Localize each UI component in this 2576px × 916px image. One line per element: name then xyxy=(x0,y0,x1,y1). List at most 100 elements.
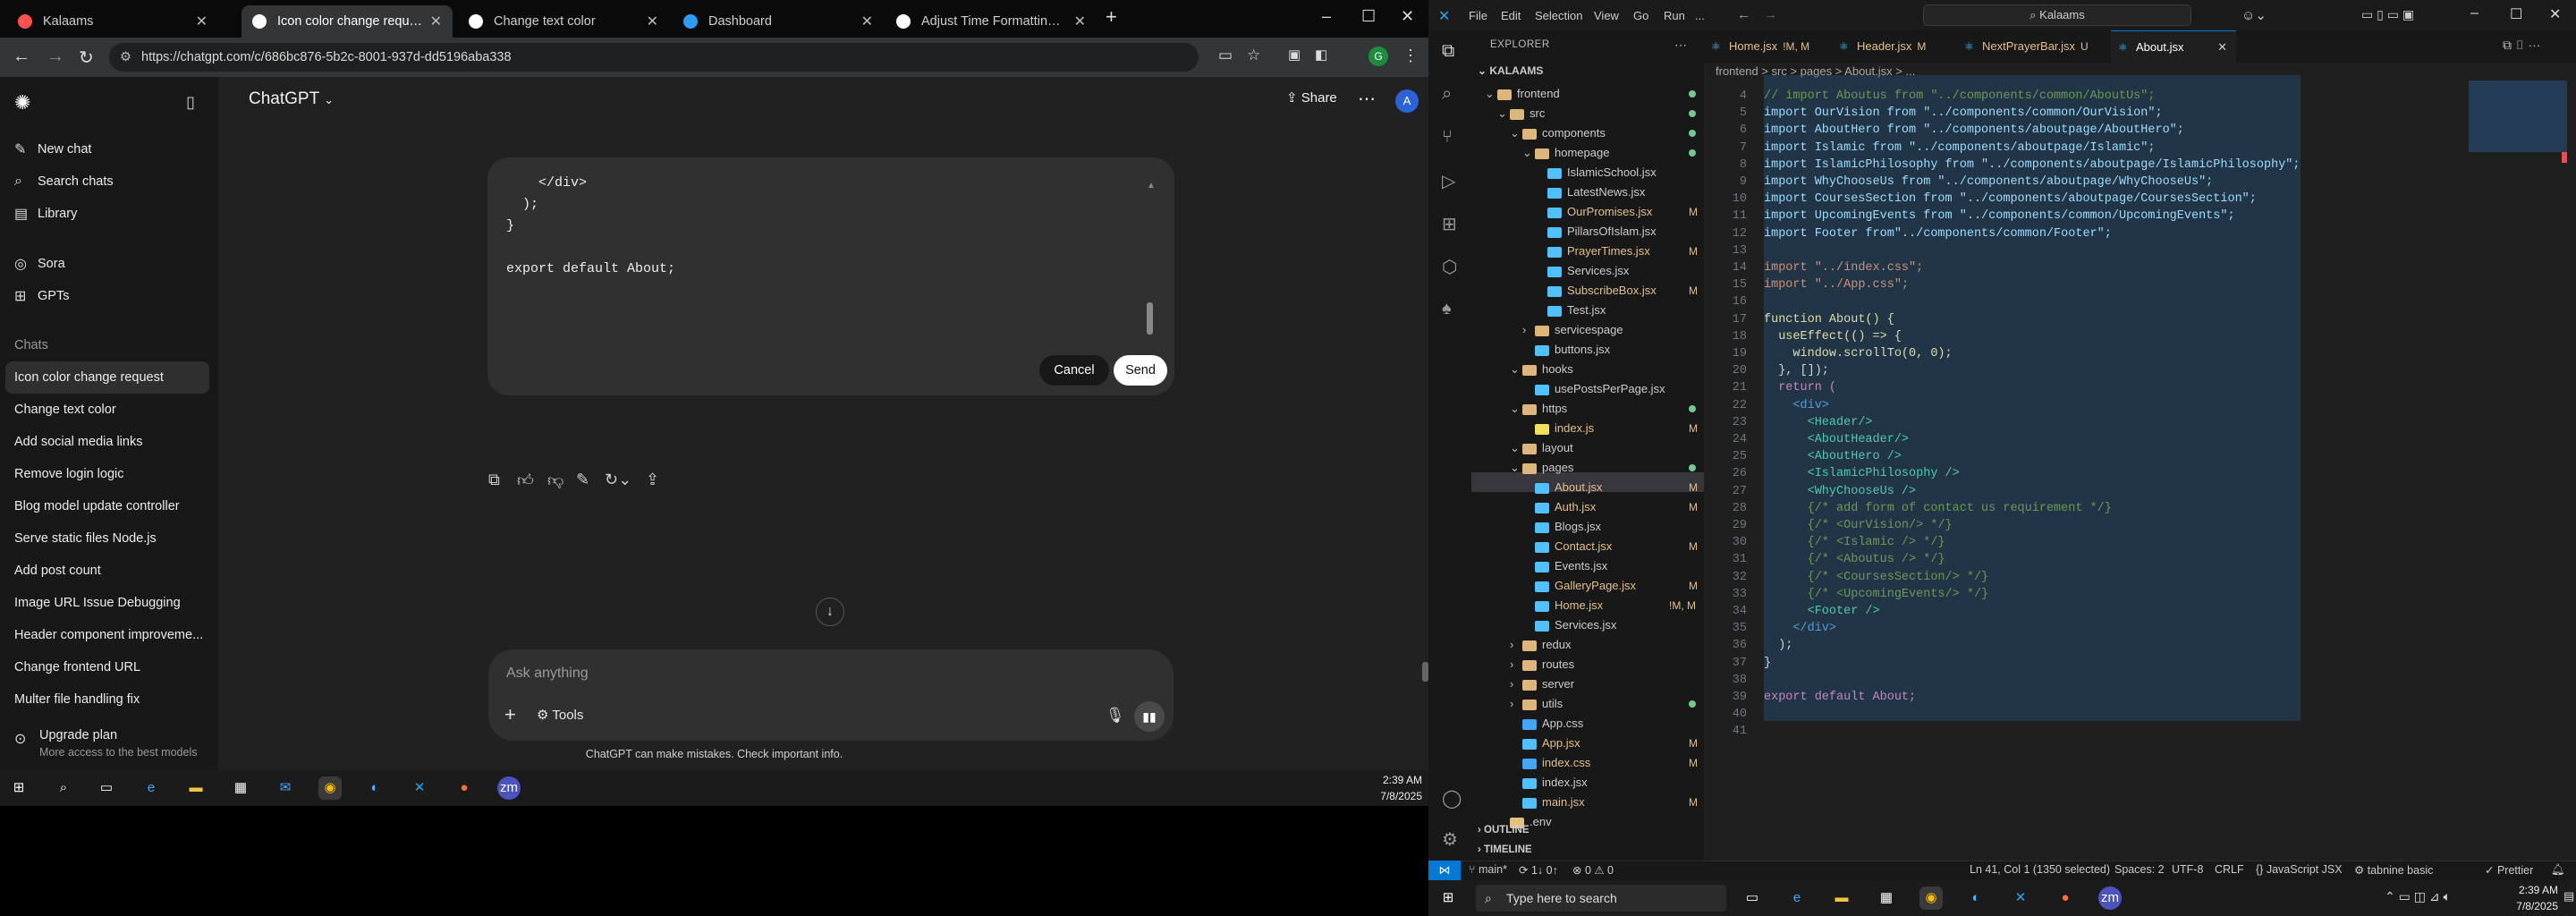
store-icon[interactable]: ▦ xyxy=(1875,886,1898,910)
account-icon[interactable]: ◯ xyxy=(1442,787,1462,810)
chat-history-item[interactable]: Serve static files Node.js xyxy=(0,522,211,555)
chat-history-item[interactable]: Change text color xyxy=(0,394,211,426)
browser-tab[interactable]: Dashboard ✕ xyxy=(673,5,884,38)
scroll-to-bottom-button[interactable]: ↓ xyxy=(816,598,844,626)
tree-folder[interactable]: › routes xyxy=(1510,655,1574,674)
menu-item-view[interactable]: View xyxy=(1594,9,1619,22)
windows-start-icon[interactable]: ⊞ xyxy=(1436,886,1460,910)
close-tab-icon[interactable]: ✕ xyxy=(861,13,873,30)
file-explorer-icon[interactable]: ▬ xyxy=(1830,886,1853,910)
sync-status[interactable]: ⟳ 1↓ 0↑ xyxy=(1519,863,1558,877)
tree-folder[interactable]: ⌄ hooks xyxy=(1510,360,1573,379)
notifications-bell-icon[interactable]: 🔔︎ xyxy=(2551,863,2565,877)
tree-file[interactable]: main.jsx xyxy=(1510,793,1585,812)
browser-tab[interactable]: Change text color ✕ xyxy=(458,5,669,38)
command-center-search[interactable]: ⌕ Kalaams xyxy=(1923,4,2191,26)
url-bar[interactable]: ⚙ https://chatgpt.com/c/686bc876-5b2c-80… xyxy=(109,43,1199,72)
file-explorer-icon[interactable]: ▬ xyxy=(184,776,208,800)
send-button[interactable]: Send xyxy=(1114,355,1167,386)
explorer-files-icon[interactable]: ⧉ xyxy=(1442,41,1454,62)
minimap[interactable] xyxy=(2469,81,2567,152)
sidebar-item-gpts[interactable]: ⊞ GPTs xyxy=(0,281,218,311)
minimize-button[interactable]: – xyxy=(1322,7,1331,26)
layout-icons[interactable]: ▭ ▯ ▭ ▣ xyxy=(2361,7,2414,22)
close-tab-icon[interactable]: ✕ xyxy=(430,13,442,30)
close-tab-icon[interactable]: ✕ xyxy=(647,13,658,30)
chat-history-item[interactable]: Icon color change request xyxy=(5,361,209,394)
scroll-up-icon[interactable]: ▲ xyxy=(1147,181,1156,191)
tree-file[interactable]: Services.jsx xyxy=(1535,261,1629,281)
profile-avatar-icon[interactable]: G xyxy=(1368,47,1388,66)
indentation-status[interactable]: Spaces: 2 xyxy=(2114,863,2165,876)
extension-icon-2[interactable]: ◧ xyxy=(1315,47,1327,63)
tabnine-status[interactable]: ⚙ tabnine basic xyxy=(2354,863,2433,877)
task-view-icon[interactable]: ▭ xyxy=(95,776,118,800)
thumbs-down-icon[interactable]: 👎︎ xyxy=(547,471,564,490)
chat-history-item[interactable]: Remove login logic xyxy=(0,458,211,490)
maximize-button[interactable]: ☐ xyxy=(1361,7,1376,26)
forward-icon[interactable]: → xyxy=(47,47,64,67)
chat-history-item[interactable]: Image URL Issue Debugging xyxy=(0,587,211,619)
tree-file[interactable]: index.css xyxy=(1510,753,1590,773)
tree-folder[interactable]: ⌄ pages xyxy=(1510,458,1573,478)
thumbs-up-icon[interactable]: 👍︎ xyxy=(517,471,534,490)
tree-file[interactable]: GalleryPage.jsx xyxy=(1522,576,1636,596)
close-sidebar-icon[interactable]: ▯ xyxy=(186,93,195,112)
tree-file[interactable]: Services.jsx xyxy=(1522,615,1616,635)
language-mode[interactable]: {} JavaScript JSX xyxy=(2256,863,2343,876)
tree-file[interactable]: Blogs.jsx xyxy=(1522,517,1601,537)
search-icon[interactable]: ⌕ xyxy=(52,776,75,800)
voice-mode-icon[interactable]: ▮▮ xyxy=(1134,701,1165,732)
tools-button[interactable]: ⚙ Tools xyxy=(537,707,583,723)
browser-tab[interactable]: Icon color change request ✕ xyxy=(242,5,453,38)
avatar[interactable]: A xyxy=(1395,89,1419,113)
copy-icon[interactable]: ⧉ xyxy=(488,471,500,489)
tree-folder[interactable]: ⌄ src xyxy=(1497,104,1545,123)
mail-icon[interactable]: ✉ xyxy=(274,776,297,800)
close-tab-icon[interactable]: ✕ xyxy=(2217,31,2227,64)
tree-folder[interactable]: ⌄ frontend xyxy=(1485,84,1560,104)
taskbar-clock[interactable]: 2:39 AM 7/8/2025 xyxy=(2504,882,2558,914)
vscode-maximize-button[interactable]: ☐ xyxy=(2510,5,2522,23)
tree-folder[interactable]: › servicespage xyxy=(1522,320,1623,340)
chrome-icon[interactable]: ◉ xyxy=(1919,886,1943,910)
sidebar-item-library[interactable]: ▤ Library xyxy=(0,199,218,229)
remote-explorer-icon[interactable]: ⬡ xyxy=(1442,256,1457,278)
chrome-icon[interactable]: ◉ xyxy=(318,776,342,800)
share-response-icon[interactable]: ⇪ xyxy=(646,471,659,489)
vscode-close-button[interactable]: ✕ xyxy=(2549,5,2561,23)
tree-file-selected[interactable]: About.jsx xyxy=(1522,478,1602,497)
cancel-button[interactable]: Cancel xyxy=(1039,355,1109,386)
prompt-input[interactable]: Ask anything xyxy=(506,666,589,682)
tree-file[interactable]: IslamicSchool.jsx xyxy=(1535,163,1657,182)
edge-icon[interactable]: e xyxy=(140,776,163,800)
menu-item-go[interactable]: Go xyxy=(1633,9,1648,22)
vscode-icon[interactable]: ✕ xyxy=(2009,886,2032,910)
edge-icon[interactable]: e xyxy=(1785,886,1809,910)
zoom-icon[interactable]: zm xyxy=(2098,886,2122,910)
tree-folder[interactable]: ⌄ layout xyxy=(1510,438,1573,458)
chrome-menu-icon[interactable]: ⋮ xyxy=(1402,47,1419,65)
tree-file[interactable]: LatestNews.jsx xyxy=(1535,182,1645,202)
chat-history-item[interactable]: Add social media links xyxy=(0,426,211,458)
attach-plus-icon[interactable]: + xyxy=(504,703,516,726)
firefox-icon[interactable]: ● xyxy=(453,776,476,800)
tree-folder[interactable]: ⌄ homepage xyxy=(1522,143,1609,163)
eol-status[interactable]: CRLF xyxy=(2215,863,2244,876)
tree-folder[interactable]: › utils xyxy=(1510,694,1563,714)
tree-folder[interactable]: › server xyxy=(1510,674,1574,694)
tree-file[interactable]: Auth.jsx xyxy=(1522,497,1596,517)
workspace-root[interactable]: ⌄ KALAAMS xyxy=(1478,64,1543,77)
tree-folder[interactable]: ⌄ https xyxy=(1510,399,1567,419)
reload-icon[interactable]: ↻ xyxy=(79,47,94,69)
browser-tab[interactable]: Adjust Time Formatting for AM ✕ xyxy=(886,5,1097,38)
editor-actions-icons[interactable]: ⧉ ▯ ⋯ xyxy=(2503,38,2540,53)
tree-folder[interactable]: ⌄ components xyxy=(1510,123,1606,143)
tree-file[interactable]: PillarsOfIslam.jsx xyxy=(1535,222,1657,242)
settings-gear-icon[interactable]: ⚙ xyxy=(1442,828,1458,851)
menu-item-selection[interactable]: Selection xyxy=(1535,9,1582,22)
explorer-more-icon[interactable]: ⋯ xyxy=(1674,38,1687,53)
nav-forward-icon[interactable]: → xyxy=(1764,7,1777,22)
page-scrollbar[interactable] xyxy=(1422,662,1428,682)
editor-tab[interactable]: ⚛ Home.jsx !M, M xyxy=(1704,30,1829,63)
